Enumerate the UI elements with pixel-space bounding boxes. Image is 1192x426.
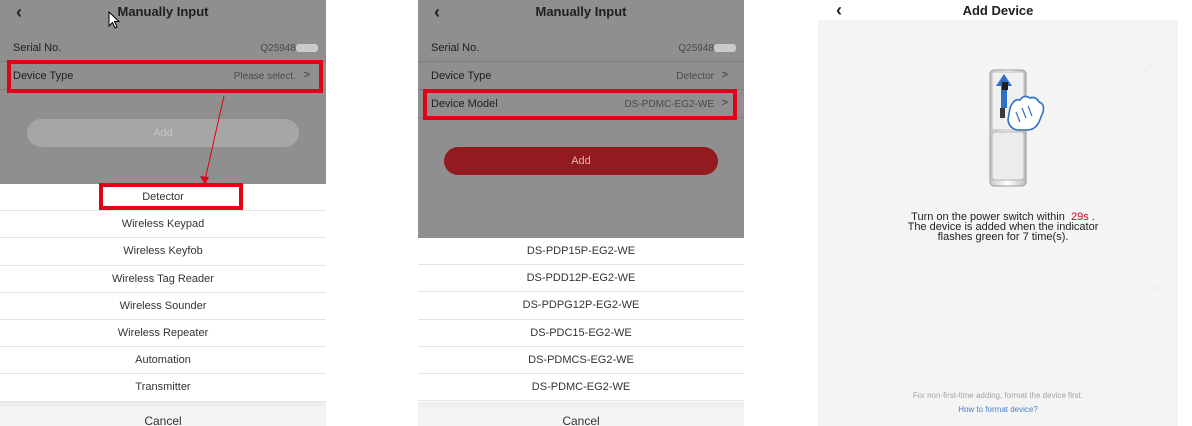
device-type-row[interactable]: Device Type Detector >: [418, 62, 744, 90]
highlight-box-detector: [99, 183, 243, 210]
device-type-value: Detector: [676, 71, 714, 82]
option-wireless-repeater[interactable]: Wireless Repeater: [0, 319, 326, 348]
nav-bar: ‹ Add Device: [818, 0, 1178, 26]
serial-number-value: Q25948: [678, 43, 714, 54]
highlight-box-device-model: [423, 89, 737, 120]
option-wireless-sounder[interactable]: Wireless Sounder: [0, 292, 326, 320]
option-wireless-keyfob[interactable]: Wireless Keyfob: [0, 238, 326, 266]
annotation-arrow-icon: [200, 95, 225, 185]
cancel-button[interactable]: Cancel: [0, 402, 326, 426]
option-ds-pdc15-eg2-we[interactable]: DS-PDC15-EG2-WE: [418, 319, 744, 347]
option-ds-pdd12p-eg2-we[interactable]: DS-PDD12P-EG2-WE: [418, 265, 744, 293]
nav-bar: ‹ Manually Input: [418, 0, 744, 26]
cancel-button[interactable]: Cancel: [418, 402, 744, 426]
how-to-format-link[interactable]: How to format device?: [818, 405, 1178, 414]
option-ds-pdmc-eg2-we[interactable]: DS-PDMC-EG2-WE: [418, 373, 744, 402]
device-model-options-list: DS-PDP15P-EG2-WE DS-PDD12P-EG2-WE DS-PDP…: [418, 238, 744, 402]
option-ds-pdmcs-eg2-we[interactable]: DS-PDMCS-EG2-WE: [418, 346, 744, 374]
option-transmitter[interactable]: Transmitter: [0, 374, 326, 402]
redacted-serial-mask: [714, 44, 736, 52]
device-type-options-list: Detector Wireless Keypad Wireless Keyfob…: [0, 184, 326, 402]
option-wireless-keypad[interactable]: Wireless Keypad: [0, 211, 326, 239]
serial-number-label: Serial No.: [431, 42, 480, 54]
option-wireless-tag-reader[interactable]: Wireless Tag Reader: [0, 265, 326, 293]
page-title: Manually Input: [535, 4, 627, 19]
page-title: Add Device: [962, 3, 1034, 18]
option-automation[interactable]: Automation: [0, 347, 326, 375]
format-note: For non-first-time adding, format the de…: [912, 391, 1084, 400]
screen-add-device: ‹ Add Device ◌◌◌ ◌◌◌ Turn on the power s…: [818, 0, 1178, 426]
add-button[interactable]: Add: [444, 147, 718, 175]
detector-power-switch-illustration-icon: [989, 69, 1045, 187]
device-type-label: Device Type: [431, 70, 492, 82]
option-ds-pdpg12p-eg2-we[interactable]: DS-PDPG12P-EG2-WE: [418, 292, 744, 320]
option-ds-pdp15p-eg2-we[interactable]: DS-PDP15P-EG2-WE: [418, 238, 744, 266]
chevron-right-icon: >: [721, 69, 728, 81]
instruction-line-3: flashes green for 7 time(s).: [937, 231, 1069, 243]
serial-number-row: Serial No. Q25948: [418, 34, 744, 62]
screen-manual-input-device-model: ‹ Manually Input Serial No. Q25948 Devic…: [418, 0, 744, 426]
screen-manual-input-device-type: ‹ Manually Input Serial No. Q25948 Devic…: [0, 0, 326, 426]
